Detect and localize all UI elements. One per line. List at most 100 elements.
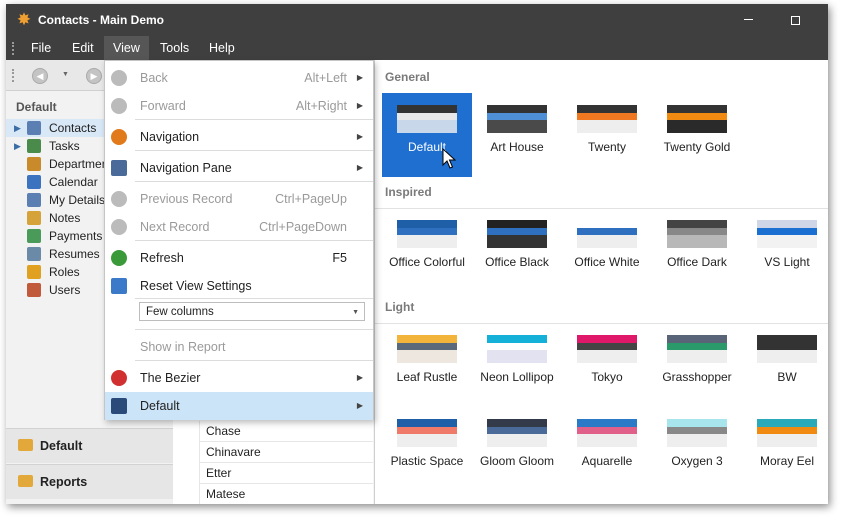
menu-item-navigation[interactable]: Navigation ▶ [105,123,373,151]
skin-label: Aquarelle [581,454,633,468]
menu-item-refresh[interactable]: Refresh F5 [105,244,373,272]
skin-swatch-icon [577,335,637,363]
expand-chevron-icon[interactable]: ▶ [14,137,21,155]
skin-moray-eel[interactable]: Moray Eel [742,407,828,491]
skin-art-house[interactable]: Art House [472,93,562,177]
skin-swatch-icon [577,220,637,248]
skin-neon-lollipop[interactable]: Neon Lollipop [472,323,562,407]
table-row[interactable]: Matese [199,484,373,504]
submenu-arrow-icon: ▶ [356,132,363,141]
menu-shortcut: F5 [332,251,347,265]
menu-item-next-record[interactable]: Next Record Ctrl+PageDown [105,213,373,241]
menu-separator [135,329,373,330]
menu-help[interactable]: Help [200,36,244,60]
menu-item-back[interactable]: Back Alt+Left ▶ [105,64,373,92]
menu-item-navigation-pane[interactable]: Navigation Pane ▶ [105,154,373,182]
skin-label: Office Dark [667,255,727,269]
chevron-down-icon: ▼ [352,309,359,316]
menu-tools[interactable]: Tools [151,36,198,60]
back-dropdown-icon[interactable]: ▼ [62,71,69,78]
users-icon [27,283,41,297]
menu-item-forward[interactable]: Forward Alt+Right ▶ [105,92,373,120]
app-logo-icon: ✸ [16,10,32,29]
group-default[interactable]: Default [6,428,173,463]
group-label: Reports [40,475,88,489]
table-row[interactable]: Etter [199,463,373,484]
section-light: Light [385,300,415,314]
skin-office-black[interactable]: Office Black [472,208,562,292]
skin-vs-light[interactable]: VS Light [742,208,828,292]
menu-edit[interactable]: Edit [63,36,103,60]
skin-leaf-rustle[interactable]: Leaf Rustle [382,323,472,407]
skin-swatch-icon [487,419,547,447]
skin-office-white[interactable]: Office White [562,208,652,292]
menu-item-previous-record[interactable]: Previous Record Ctrl+PageUp [105,185,373,213]
menu-item-default-skin[interactable]: Default ▶ [105,392,373,420]
skin-label: Plastic Space [390,454,464,468]
skin-aquarelle[interactable]: Aquarelle [562,407,652,491]
skin-label: Moray Eel [759,454,815,468]
menu-item-show-in-report[interactable]: Show in Report [105,333,373,361]
group-label: Default [40,439,83,453]
table-row[interactable]: Chinavare [199,442,373,463]
group-reports[interactable]: Reports [6,464,173,499]
skin-swatch-icon [667,335,727,363]
mouse-cursor-icon [442,148,457,169]
skin-twenty-gold[interactable]: Twenty Gold [652,93,742,177]
submenu-arrow-icon: ▶ [356,101,363,110]
menu-file[interactable]: File [22,36,60,60]
view-menu-dropdown: Few columns ▼ Back Alt+Left ▶ Forward Alt+Ri… [104,60,374,420]
skin-tokyo[interactable]: Tokyo [562,323,652,407]
maximize-icon[interactable] [791,16,800,25]
menu-shortcut: Ctrl+PageUp [275,192,347,206]
roles-icon [27,265,41,279]
skin-label: Office Colorful [389,255,465,269]
menu-item-label: Forward [140,99,186,113]
table-row[interactable]: Chase [199,421,373,442]
menu-item-the-bezier[interactable]: The Bezier ▶ [105,364,373,392]
back-icon [111,70,127,86]
skin-office-colorful[interactable]: Office Colorful [382,208,472,292]
skin-twenty[interactable]: Twenty [562,93,652,177]
menu-view[interactable]: View [104,36,149,60]
payments-icon [27,229,41,243]
skin-plastic-space[interactable]: Plastic Space [382,407,472,491]
skin-swatch-icon [487,335,547,363]
skin-swatch-icon [397,105,457,133]
next-record-icon [111,219,127,235]
my-details-icon [27,193,41,207]
reset-view-icon [111,278,127,294]
resumes-icon [27,247,41,261]
section-general: General [385,70,430,84]
skin-swatch-icon [667,419,727,447]
skin-default[interactable]: Default [382,93,472,177]
skin-office-dark[interactable]: Office Dark [652,208,742,292]
menu-shortcut: Alt+Right [295,99,347,113]
skin-swatch-icon [487,220,547,248]
submenu-arrow-icon: ▶ [356,401,363,410]
skin-oxygen-3[interactable]: Oxygen 3 [652,407,742,491]
back-nav-icon[interactable]: ◀ [32,68,48,84]
skin-label: Default [407,140,447,154]
skin-label: VS Light [764,255,810,269]
toolbar-grip-icon [12,69,16,82]
folder-icon [18,475,33,487]
skin-label: Art House [490,140,544,154]
skin-grasshopper[interactable]: Grasshopper [652,323,742,407]
nav-item-label: Users [49,283,81,297]
skin-gloom-gloom[interactable]: Gloom Gloom [472,407,562,491]
pane-icon [111,160,127,176]
skin-swatch-icon [397,419,457,447]
expand-chevron-icon[interactable]: ▶ [14,119,21,137]
menu-item-label: Previous Record [140,192,233,206]
skin-bw[interactable]: BW [742,323,828,407]
forward-nav-icon[interactable]: ▶ [86,68,102,84]
submenu-arrow-icon: ▶ [356,163,363,172]
skin-label: Office White [574,255,640,269]
refresh-icon [111,250,127,266]
columns-combo[interactable]: Few columns ▼ [139,302,365,321]
previous-record-icon [111,191,127,207]
minimize-icon[interactable] [744,19,753,20]
window-title: Contacts - Main Demo [38,13,165,27]
menu-item-reset-view-settings[interactable]: Reset View Settings [105,272,373,300]
